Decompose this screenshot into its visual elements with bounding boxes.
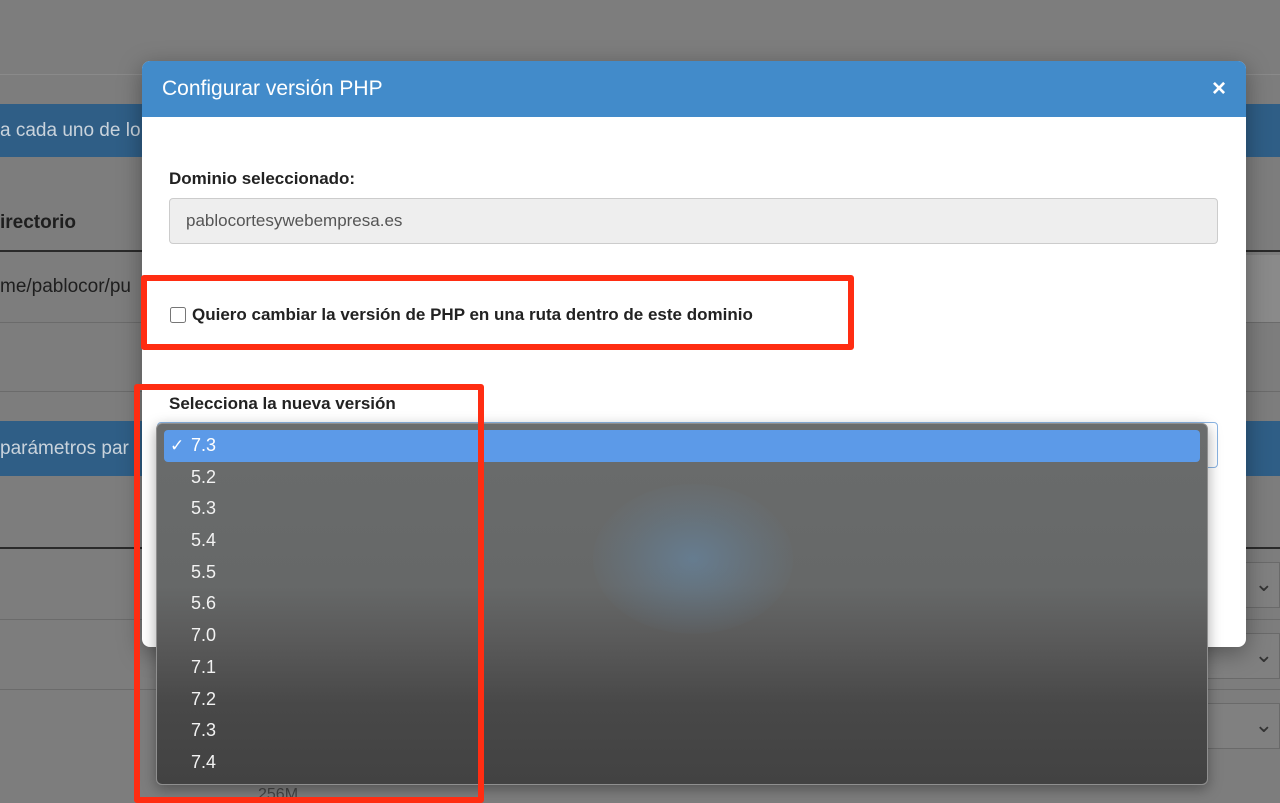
chevron-down-icon: ⌄ [1254,642,1273,667]
version-dropdown-list[interactable]: ✓ 7.3 5.2 5.3 5.4 5.5 5.6 7.0 7.1 7.2 7.… [156,423,1208,785]
background-table-rule [0,250,142,252]
version-option[interactable]: 7.3 [164,715,1200,747]
chevron-down-icon: ⌄ [1254,712,1273,737]
path-checkbox-label: Quiero cambiar la versión de PHP en una … [192,305,753,324]
background-table-cell: me/pablocor/pu [0,276,131,297]
version-option[interactable]: ✓ 7.3 [164,430,1200,462]
version-label: Selecciona la nueva versión [169,394,396,413]
version-option[interactable]: 7.0 [164,620,1200,652]
background-table-rule [1246,250,1280,252]
version-option[interactable]: 5.3 [164,493,1200,525]
domain-label: Dominio seleccionado: [169,169,356,188]
checkmark-icon: ✓ [170,436,185,455]
background-row-highlight [1246,255,1280,323]
background-cell-value: 256M [258,786,299,803]
path-checkbox[interactable] [170,307,186,323]
version-option[interactable]: 5.5 [164,557,1200,589]
background-section-text: a cada uno de lo [0,120,141,141]
chevron-down-icon: ⌄ [1254,571,1273,596]
path-checkbox-row[interactable]: Quiero cambiar la versión de PHP en una … [170,305,753,325]
version-option[interactable]: 5.6 [164,588,1200,620]
modal-title: Configurar versión PHP [162,77,383,100]
version-option[interactable]: 7.4 [164,747,1200,779]
version-option[interactable]: 5.2 [164,462,1200,494]
background-table-rule [0,547,142,549]
version-option[interactable]: 7.1 [164,652,1200,684]
background-table-rule [1246,547,1280,549]
close-icon[interactable]: × [1212,77,1226,101]
modal-header: Configurar versión PHP × [142,61,1246,117]
version-option[interactable]: 5.4 [164,525,1200,557]
background-column-header: irectorio [0,212,77,233]
domain-field[interactable] [169,198,1218,244]
background-section-text: parámetros par [0,438,129,459]
version-option[interactable]: 7.2 [164,684,1200,716]
background-select: ⌄ [1206,703,1280,749]
